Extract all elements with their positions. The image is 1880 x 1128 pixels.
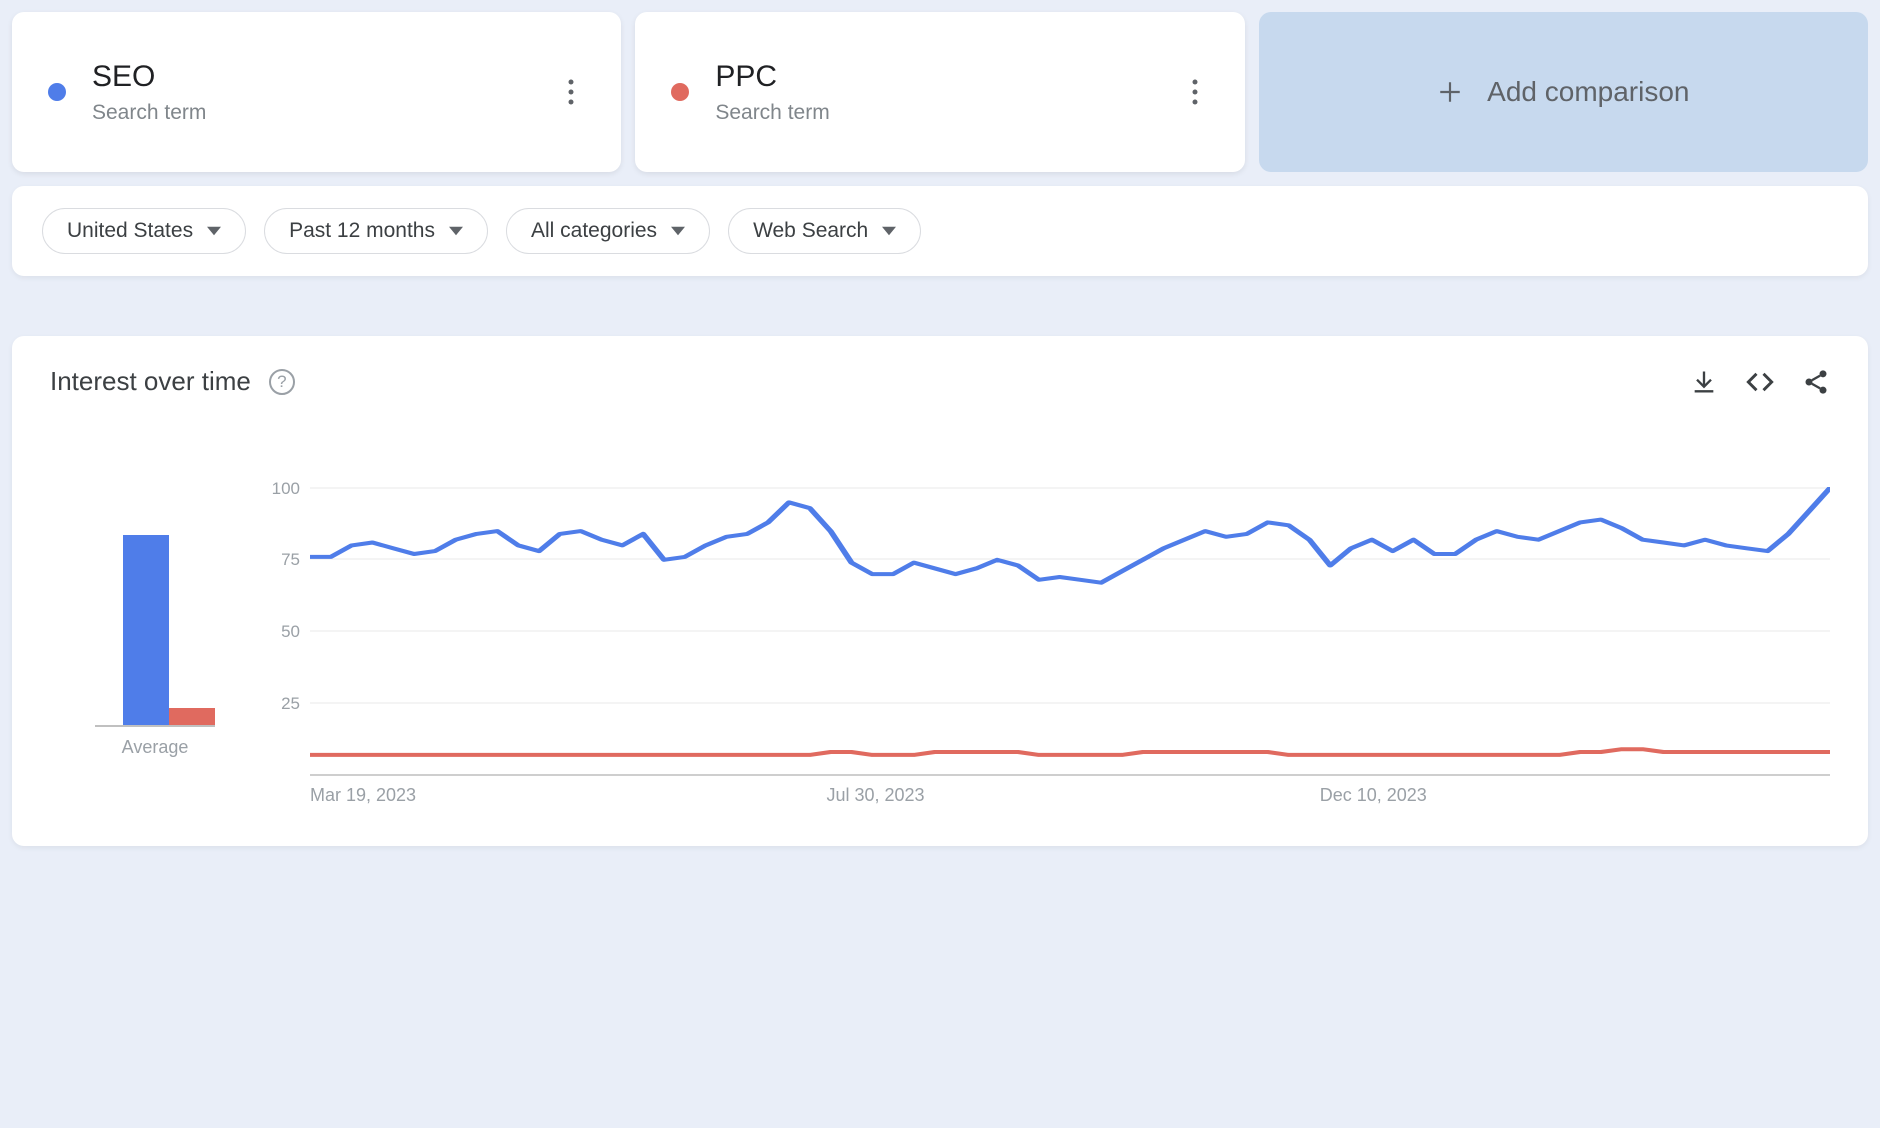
- term-2-sub: Search term: [715, 101, 829, 125]
- y-tick-100: 100: [272, 479, 300, 499]
- filter-geo-label: United States: [67, 219, 193, 243]
- y-tick-50: 50: [281, 622, 300, 642]
- term-2-color-dot: [671, 83, 689, 101]
- avg-bar-series-2: [169, 708, 215, 725]
- download-button[interactable]: [1690, 368, 1718, 396]
- line-series-2: [310, 749, 1830, 755]
- download-icon: [1690, 368, 1718, 396]
- kebab-icon: [1192, 79, 1198, 105]
- add-comparison-button[interactable]: Add comparison: [1259, 12, 1868, 172]
- average-bars: [95, 487, 215, 727]
- filter-search-type[interactable]: Web Search: [728, 208, 921, 254]
- caret-down-icon: [207, 224, 221, 238]
- filter-search-type-label: Web Search: [753, 219, 868, 243]
- share-button[interactable]: [1802, 368, 1830, 396]
- caret-down-icon: [449, 224, 463, 238]
- term-1-text: SEO Search term: [92, 59, 206, 125]
- embed-icon: [1746, 368, 1774, 396]
- filter-time[interactable]: Past 12 months: [264, 208, 488, 254]
- x-tick-2: Dec 10, 2023: [1320, 785, 1427, 806]
- x-tick-0: Mar 19, 2023: [310, 785, 416, 806]
- help-icon[interactable]: ?: [269, 369, 295, 395]
- average-label: Average: [122, 737, 189, 758]
- term-1-color-dot: [48, 83, 66, 101]
- y-tick-75: 75: [281, 550, 300, 570]
- term-2-text: PPC Search term: [715, 59, 829, 125]
- share-icon: [1802, 368, 1830, 396]
- caret-down-icon: [671, 224, 685, 238]
- term-1-label: SEO: [92, 59, 206, 95]
- add-comparison-label: Add comparison: [1487, 76, 1689, 108]
- term-2-label: PPC: [715, 59, 829, 95]
- chart-title: Interest over time: [50, 366, 251, 397]
- term-1-sub: Search term: [92, 101, 206, 125]
- term-card-2[interactable]: PPC Search term: [635, 12, 1244, 172]
- x-tick-1: Jul 30, 2023: [826, 785, 924, 806]
- interest-over-time-card: Interest over time ? Average 100: [12, 336, 1868, 846]
- embed-button[interactable]: [1746, 368, 1774, 396]
- filters-bar: United States Past 12 months All categor…: [12, 186, 1868, 276]
- avg-bar-series-1: [123, 535, 169, 725]
- filter-category-label: All categories: [531, 219, 657, 243]
- chart-body: Average 100 75 50 25 Mar 19, 2023 Jul 30…: [50, 487, 1830, 806]
- comparison-term-row: SEO Search term PPC Search term Add comp…: [12, 12, 1868, 172]
- line-chart-svg: [310, 487, 1830, 777]
- filter-geo[interactable]: United States: [42, 208, 246, 254]
- filter-category[interactable]: All categories: [506, 208, 710, 254]
- chart-header: Interest over time ?: [50, 366, 1830, 397]
- kebab-icon: [568, 79, 574, 105]
- y-tick-25: 25: [281, 694, 300, 714]
- line-chart: 100 75 50 25 Mar 19, 2023 Jul 30, 2023 D…: [260, 487, 1830, 806]
- plus-icon: [1437, 79, 1463, 105]
- x-axis-labels: Mar 19, 2023 Jul 30, 2023 Dec 10, 2023: [310, 785, 1830, 806]
- y-axis-labels: 100 75 50 25: [260, 487, 310, 776]
- average-block: Average: [50, 487, 260, 806]
- term-1-menu-button[interactable]: [553, 74, 589, 110]
- line-series-1: [310, 488, 1830, 583]
- term-2-menu-button[interactable]: [1177, 74, 1213, 110]
- filter-time-label: Past 12 months: [289, 219, 435, 243]
- chart-actions: [1690, 368, 1830, 396]
- caret-down-icon: [882, 224, 896, 238]
- term-card-1[interactable]: SEO Search term: [12, 12, 621, 172]
